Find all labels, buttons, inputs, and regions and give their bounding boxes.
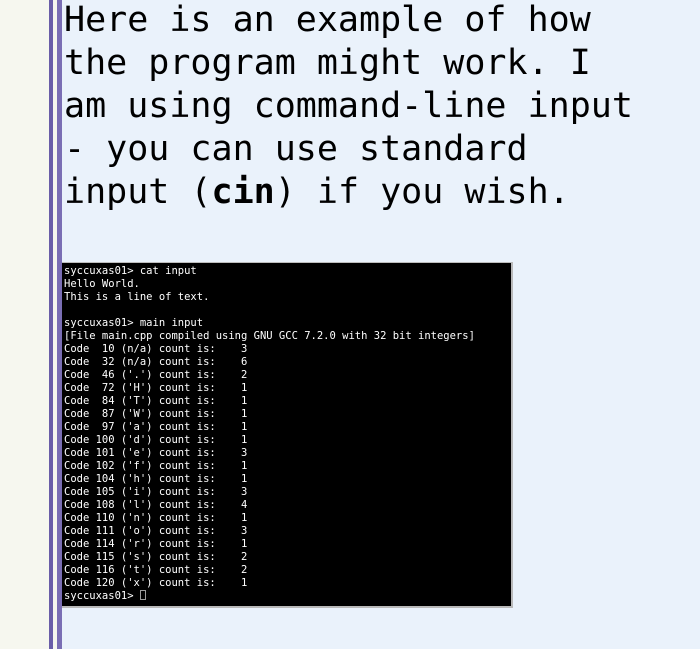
intro-line-5-before: input ( — [64, 172, 212, 212]
terminal-line: Code 32 (n/a) count is: 6 — [64, 356, 248, 368]
terminal-cursor-icon — [139, 590, 146, 600]
terminal-line: Code 108 ('l') count is: 4 — [64, 499, 248, 511]
terminal-line: Code 87 ('W') count is: 1 — [64, 408, 248, 420]
terminal-output: syccuxas01> cat input Hello World. This is… — [64, 265, 511, 590]
terminal-line: Code 111 ('o') count is: 3 — [64, 525, 248, 537]
intro-paragraph: Here is an example of how the program mi… — [64, 0, 700, 214]
terminal-final-prompt: syccuxas01> — [64, 590, 140, 602]
content-pane: Here is an example of how the program mi… — [62, 0, 700, 649]
terminal-line: Code 102 ('f') count is: 1 — [64, 460, 248, 472]
terminal-line: Code 105 ('i') count is: 3 — [64, 486, 248, 498]
terminal-line: Code 116 ('t') count is: 2 — [64, 564, 248, 576]
terminal-line: Code 101 ('e') count is: 3 — [64, 447, 248, 459]
terminal-line: Code 114 ('r') count is: 1 — [64, 538, 248, 550]
intro-line-5-after: ) if you wish. — [274, 172, 570, 212]
terminal-line: Code 72 ('H') count is: 1 — [64, 382, 248, 394]
terminal-line: Code 115 ('s') count is: 2 — [64, 551, 248, 563]
intro-line-1: Here is an example of how — [64, 0, 591, 40]
page-root: Here is an example of how the program mi… — [0, 0, 700, 649]
terminal-screenshot: syccuxas01> cat input Hello World. This is… — [62, 262, 513, 608]
terminal-line: Code 84 ('T') count is: 1 — [64, 395, 248, 407]
terminal-final-prompt-line: syccuxas01> — [64, 590, 511, 603]
terminal-line: [File main.cpp compiled using GNU GCC 7.… — [64, 330, 475, 342]
terminal-line: Code 120 ('x') count is: 1 — [64, 577, 248, 589]
terminal-line: Hello World. — [64, 278, 140, 290]
terminal-line: syccuxas01> main input — [64, 317, 204, 329]
intro-line-2: the program might work. I — [64, 43, 591, 83]
terminal-line: syccuxas01> cat input — [64, 265, 197, 277]
terminal-line: Code 104 ('h') count is: 1 — [64, 473, 248, 485]
terminal-line: Code 100 ('d') count is: 1 — [64, 434, 248, 446]
intro-line-3: am using command-line input — [64, 86, 633, 126]
intro-line-4: - you can use standard — [64, 129, 528, 169]
terminal-line: Code 10 (n/a) count is: 3 — [64, 343, 248, 355]
terminal-line: This is a line of text. — [64, 291, 210, 303]
terminal-line: Code 46 ('.') count is: 2 — [64, 369, 248, 381]
terminal-line: Code 97 ('a') count is: 1 — [64, 421, 248, 433]
inline-code-cin: cin — [211, 172, 275, 212]
terminal-line: Code 110 ('n') count is: 1 — [64, 512, 248, 524]
